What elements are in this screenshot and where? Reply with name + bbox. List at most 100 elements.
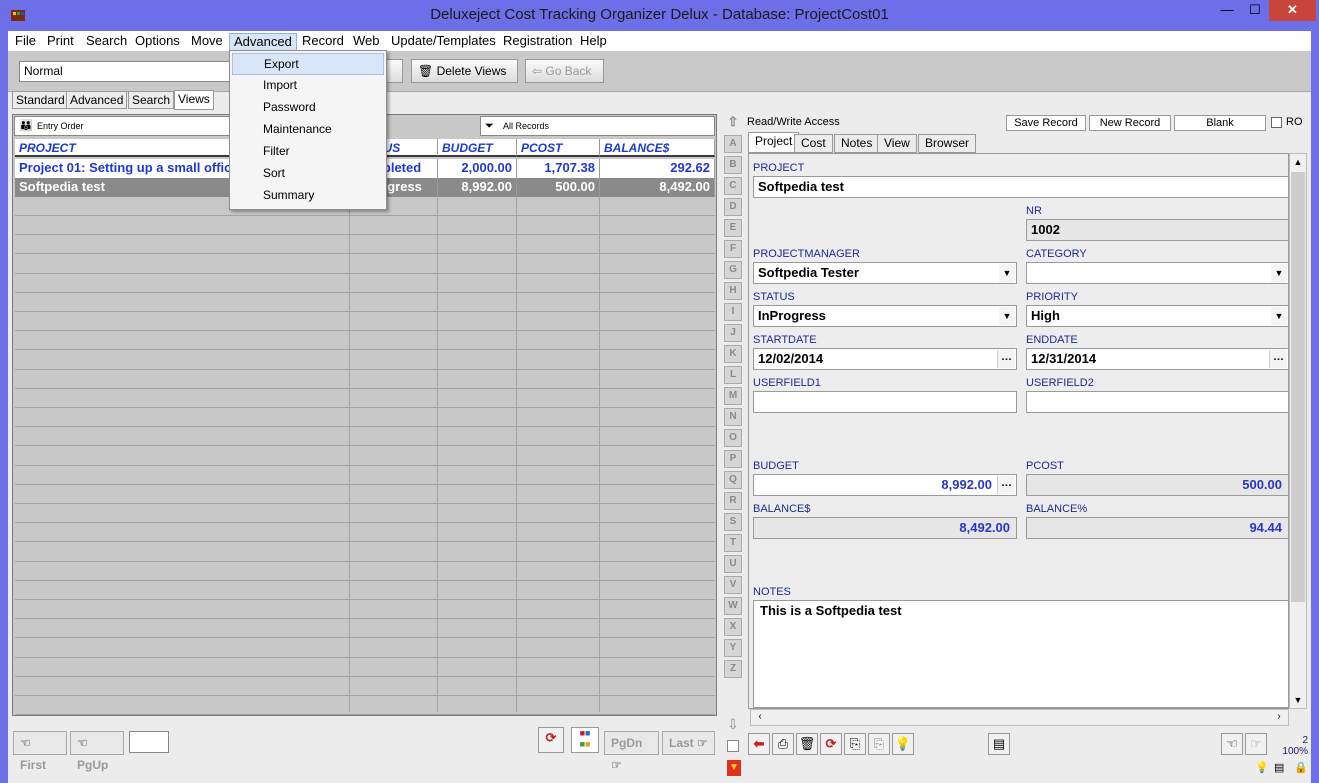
- alpha-button-e[interactable]: E: [724, 219, 742, 237]
- blank-button[interactable]: Blank: [1174, 115, 1266, 131]
- paste-record-icon[interactable]: ⎘: [868, 733, 890, 755]
- notes-horizontal-scrollbar[interactable]: ‹ ›: [750, 709, 1289, 726]
- menu-item-summary[interactable]: Summary: [232, 185, 384, 207]
- alpha-button-c[interactable]: C: [724, 177, 742, 195]
- view-select[interactable]: Normal: [19, 61, 233, 82]
- documents-icon[interactable]: ▤: [1274, 761, 1284, 774]
- projectmanager-select[interactable]: Softpedia Tester ▼: [753, 262, 1017, 284]
- lock-icon[interactable]: 🔒: [1294, 761, 1308, 774]
- menu-item-filter[interactable]: Filter: [232, 141, 384, 163]
- alpha-button-y[interactable]: Y: [724, 639, 742, 657]
- alpha-button-a[interactable]: A: [724, 135, 742, 153]
- page-number-input[interactable]: [129, 731, 169, 753]
- userfield1-field[interactable]: [753, 391, 1017, 413]
- column-header-pcost[interactable]: PCOST: [517, 139, 600, 157]
- copy-record-icon[interactable]: ⎘: [844, 733, 866, 755]
- menu-advanced[interactable]: Advanced: [229, 33, 297, 51]
- arrow-left-icon[interactable]: ⬅: [748, 733, 770, 755]
- refresh-icon[interactable]: ⟳: [538, 727, 564, 753]
- calendar-picker-icon[interactable]: …: [1269, 350, 1287, 368]
- trash-icon[interactable]: 🗑: [796, 733, 818, 755]
- alpha-button-m[interactable]: M: [724, 387, 742, 405]
- userfield2-field[interactable]: [1026, 391, 1289, 413]
- alpha-button-b[interactable]: B: [724, 156, 742, 174]
- save-record-button[interactable]: Save Record: [1006, 115, 1086, 131]
- calendar-picker-icon[interactable]: …: [997, 350, 1015, 368]
- go-back-button[interactable]: ⇦ Go Back: [525, 59, 604, 83]
- calculator-icon[interactable]: …: [997, 476, 1015, 494]
- scroll-right-icon[interactable]: ›: [1272, 710, 1286, 725]
- pgup-button[interactable]: ☜ PgUp: [70, 731, 124, 772]
- menu-registration[interactable]: Registration: [499, 33, 576, 51]
- menu-item-import[interactable]: Import: [232, 75, 384, 97]
- menu-item-maintenance[interactable]: Maintenance: [232, 119, 384, 141]
- scroll-down-arrow-icon[interactable]: ⇩: [723, 716, 743, 733]
- priority-select[interactable]: High ▼: [1026, 305, 1289, 327]
- minimize-button[interactable]: —: [1212, 0, 1242, 21]
- refresh-icon[interactable]: ⟳: [820, 733, 842, 755]
- menu-update-templates[interactable]: Update/Templates: [387, 33, 500, 51]
- alpha-button-k[interactable]: K: [724, 345, 742, 363]
- alpha-button-x[interactable]: X: [724, 618, 742, 636]
- scroll-up-arrow-icon[interactable]: ⇧: [724, 114, 742, 132]
- column-header-budget[interactable]: BUDGET: [438, 139, 517, 157]
- first-button[interactable]: ☜ First: [13, 731, 67, 772]
- colorful-grid-icon[interactable]: ■■ ■■: [571, 727, 599, 753]
- tab-browser[interactable]: Browser: [918, 134, 977, 153]
- alpha-button-n[interactable]: N: [724, 408, 742, 426]
- apply-view-button[interactable]: [385, 59, 403, 83]
- alpha-checkbox[interactable]: [727, 740, 739, 752]
- ro-checkbox[interactable]: [1271, 117, 1282, 128]
- tab-advanced[interactable]: Advanced: [66, 91, 128, 109]
- menu-help[interactable]: Help: [576, 33, 611, 51]
- menu-record[interactable]: Record: [298, 33, 348, 51]
- last-button[interactable]: Last ☞: [662, 731, 715, 755]
- alpha-button-o[interactable]: O: [724, 429, 742, 447]
- tab-views[interactable]: Views: [174, 90, 214, 110]
- maximize-button[interactable]: ☐: [1242, 0, 1268, 21]
- startdate-field[interactable]: 12/02/2014 …: [753, 348, 1017, 370]
- alpha-button-g[interactable]: G: [724, 261, 742, 279]
- menu-item-sort[interactable]: Sort: [232, 163, 384, 185]
- alpha-button-v[interactable]: V: [724, 576, 742, 594]
- scroll-up-icon[interactable]: ▲: [1290, 154, 1306, 170]
- alpha-button-l[interactable]: L: [724, 366, 742, 384]
- scroll-down-icon[interactable]: ▼: [1290, 692, 1306, 708]
- alpha-button-r[interactable]: R: [724, 492, 742, 510]
- close-button[interactable]: ✕: [1269, 0, 1316, 21]
- menu-options[interactable]: Options: [131, 33, 184, 51]
- tab-cost[interactable]: Cost: [794, 134, 833, 153]
- lightbulb-icon[interactable]: 💡: [892, 733, 914, 755]
- menu-search[interactable]: Search: [82, 33, 131, 51]
- lightbulb-icon[interactable]: 💡: [1255, 761, 1269, 774]
- form-vertical-scrollbar[interactable]: ▲ ▼: [1289, 153, 1307, 709]
- hand-left-icon[interactable]: ☜: [1221, 733, 1243, 755]
- tab-view[interactable]: View: [877, 134, 917, 153]
- menu-move[interactable]: Move: [187, 33, 227, 51]
- report-icon[interactable]: ▤: [988, 733, 1010, 755]
- alpha-button-t[interactable]: T: [724, 534, 742, 552]
- project-field[interactable]: Softpedia test: [753, 176, 1289, 198]
- enddate-field[interactable]: 12/31/2014 …: [1026, 348, 1289, 370]
- delete-views-button[interactable]: 🗑 Delete Views: [411, 59, 518, 83]
- alpha-button-p[interactable]: P: [724, 450, 742, 468]
- menu-web[interactable]: Web: [349, 33, 384, 51]
- alpha-button-j[interactable]: J: [724, 324, 742, 342]
- pgdn-button[interactable]: PgDn ☞: [604, 731, 659, 772]
- menu-item-export[interactable]: Export: [232, 53, 384, 75]
- print-icon[interactable]: ⎙: [772, 733, 794, 755]
- alpha-button-d[interactable]: D: [724, 198, 742, 216]
- alpha-button-u[interactable]: U: [724, 555, 742, 573]
- budget-field[interactable]: 8,992.00 …: [753, 474, 1017, 496]
- alpha-button-z[interactable]: Z: [724, 660, 742, 678]
- hand-right-icon[interactable]: ☞: [1245, 733, 1267, 755]
- tab-standard[interactable]: Standard: [12, 91, 69, 109]
- notes-textarea[interactable]: This is a Softpedia test: [753, 600, 1289, 708]
- scrollbar-thumb[interactable]: [1291, 172, 1305, 602]
- category-select[interactable]: ▼: [1026, 262, 1289, 284]
- alpha-button-w[interactable]: W: [724, 597, 742, 615]
- column-header-balance[interactable]: BALANCE$: [600, 139, 715, 157]
- alpha-button-h[interactable]: H: [724, 282, 742, 300]
- tab-search[interactable]: Search: [128, 91, 175, 109]
- scroll-left-icon[interactable]: ‹: [753, 710, 767, 725]
